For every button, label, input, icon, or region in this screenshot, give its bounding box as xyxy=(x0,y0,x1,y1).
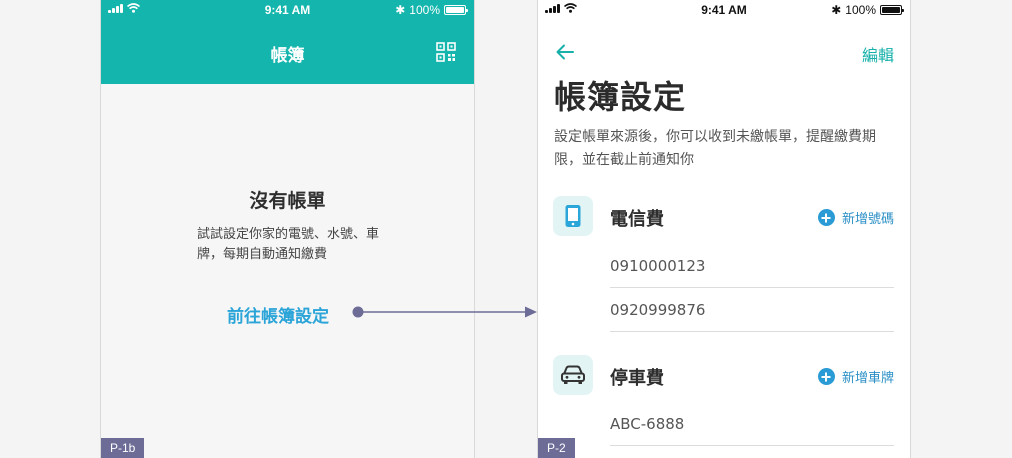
page-description: 設定帳單來源後，你可以收到未繳帳單，提醒繳費期限，並在截止前通知你 xyxy=(554,129,876,168)
battery-status: ✱ 100% xyxy=(395,3,468,17)
battery-icon xyxy=(880,5,904,15)
bluetooth-icon: ✱ xyxy=(831,3,842,17)
list-item[interactable]: 0910000123 xyxy=(610,244,894,288)
nav-title: 帳簿 xyxy=(270,46,305,66)
screen-p2: 9:41 AM ✱ 100% 編輯 帳簿設定 設定帳單來源後，你可以收到未繳帳單… xyxy=(537,0,911,458)
edit-button[interactable]: 編輯 xyxy=(862,42,894,66)
battery-icon xyxy=(444,5,468,15)
list-item[interactable]: ABC-6888 xyxy=(610,402,894,446)
phone-icon xyxy=(553,196,593,236)
page-tag: P-1b xyxy=(101,438,145,458)
add-plate-button[interactable]: 新增車牌 xyxy=(817,367,894,386)
status-bar: 9:41 AM ✱ 100% xyxy=(538,0,910,20)
plus-circle-icon xyxy=(817,209,835,226)
qr-code-icon[interactable] xyxy=(436,42,456,62)
section-title: 停車費 xyxy=(610,368,664,389)
page-tag: P-2 xyxy=(538,438,575,458)
list-item[interactable]: 0920999876 xyxy=(610,288,894,332)
nav-bar: 9:41 AM ✱ 100% 帳簿 xyxy=(101,0,474,84)
add-number-button[interactable]: 新增號碼 xyxy=(817,208,894,227)
back-arrow-icon[interactable] xyxy=(555,42,575,62)
section-title: 電信費 xyxy=(610,209,664,230)
add-plate-label: 新增車牌 xyxy=(841,371,894,386)
battery-percent: 100% xyxy=(409,3,440,17)
status-bar: 9:41 AM ✱ 100% xyxy=(101,0,474,20)
bluetooth-icon: ✱ xyxy=(395,3,406,17)
add-number-label: 新增號碼 xyxy=(841,212,894,227)
plus-circle-icon xyxy=(817,368,835,385)
flow-connector-arrow xyxy=(352,306,537,318)
screen-p1b: 9:41 AM ✱ 100% 帳簿 沒有帳單 試試設定你家的電號、水號、車牌，每… xyxy=(100,0,475,458)
car-icon xyxy=(553,355,593,395)
empty-state-description: 試試設定你家的電號、水號、車牌，每期自動通知繳費 xyxy=(197,227,380,262)
page-title: 帳簿設定 xyxy=(554,78,687,116)
battery-percent: 100% xyxy=(845,3,876,17)
battery-status: ✱ 100% xyxy=(831,3,904,17)
goto-settings-link[interactable]: 前往帳簿設定 xyxy=(227,302,329,327)
empty-state-title: 沒有帳單 xyxy=(249,190,326,212)
